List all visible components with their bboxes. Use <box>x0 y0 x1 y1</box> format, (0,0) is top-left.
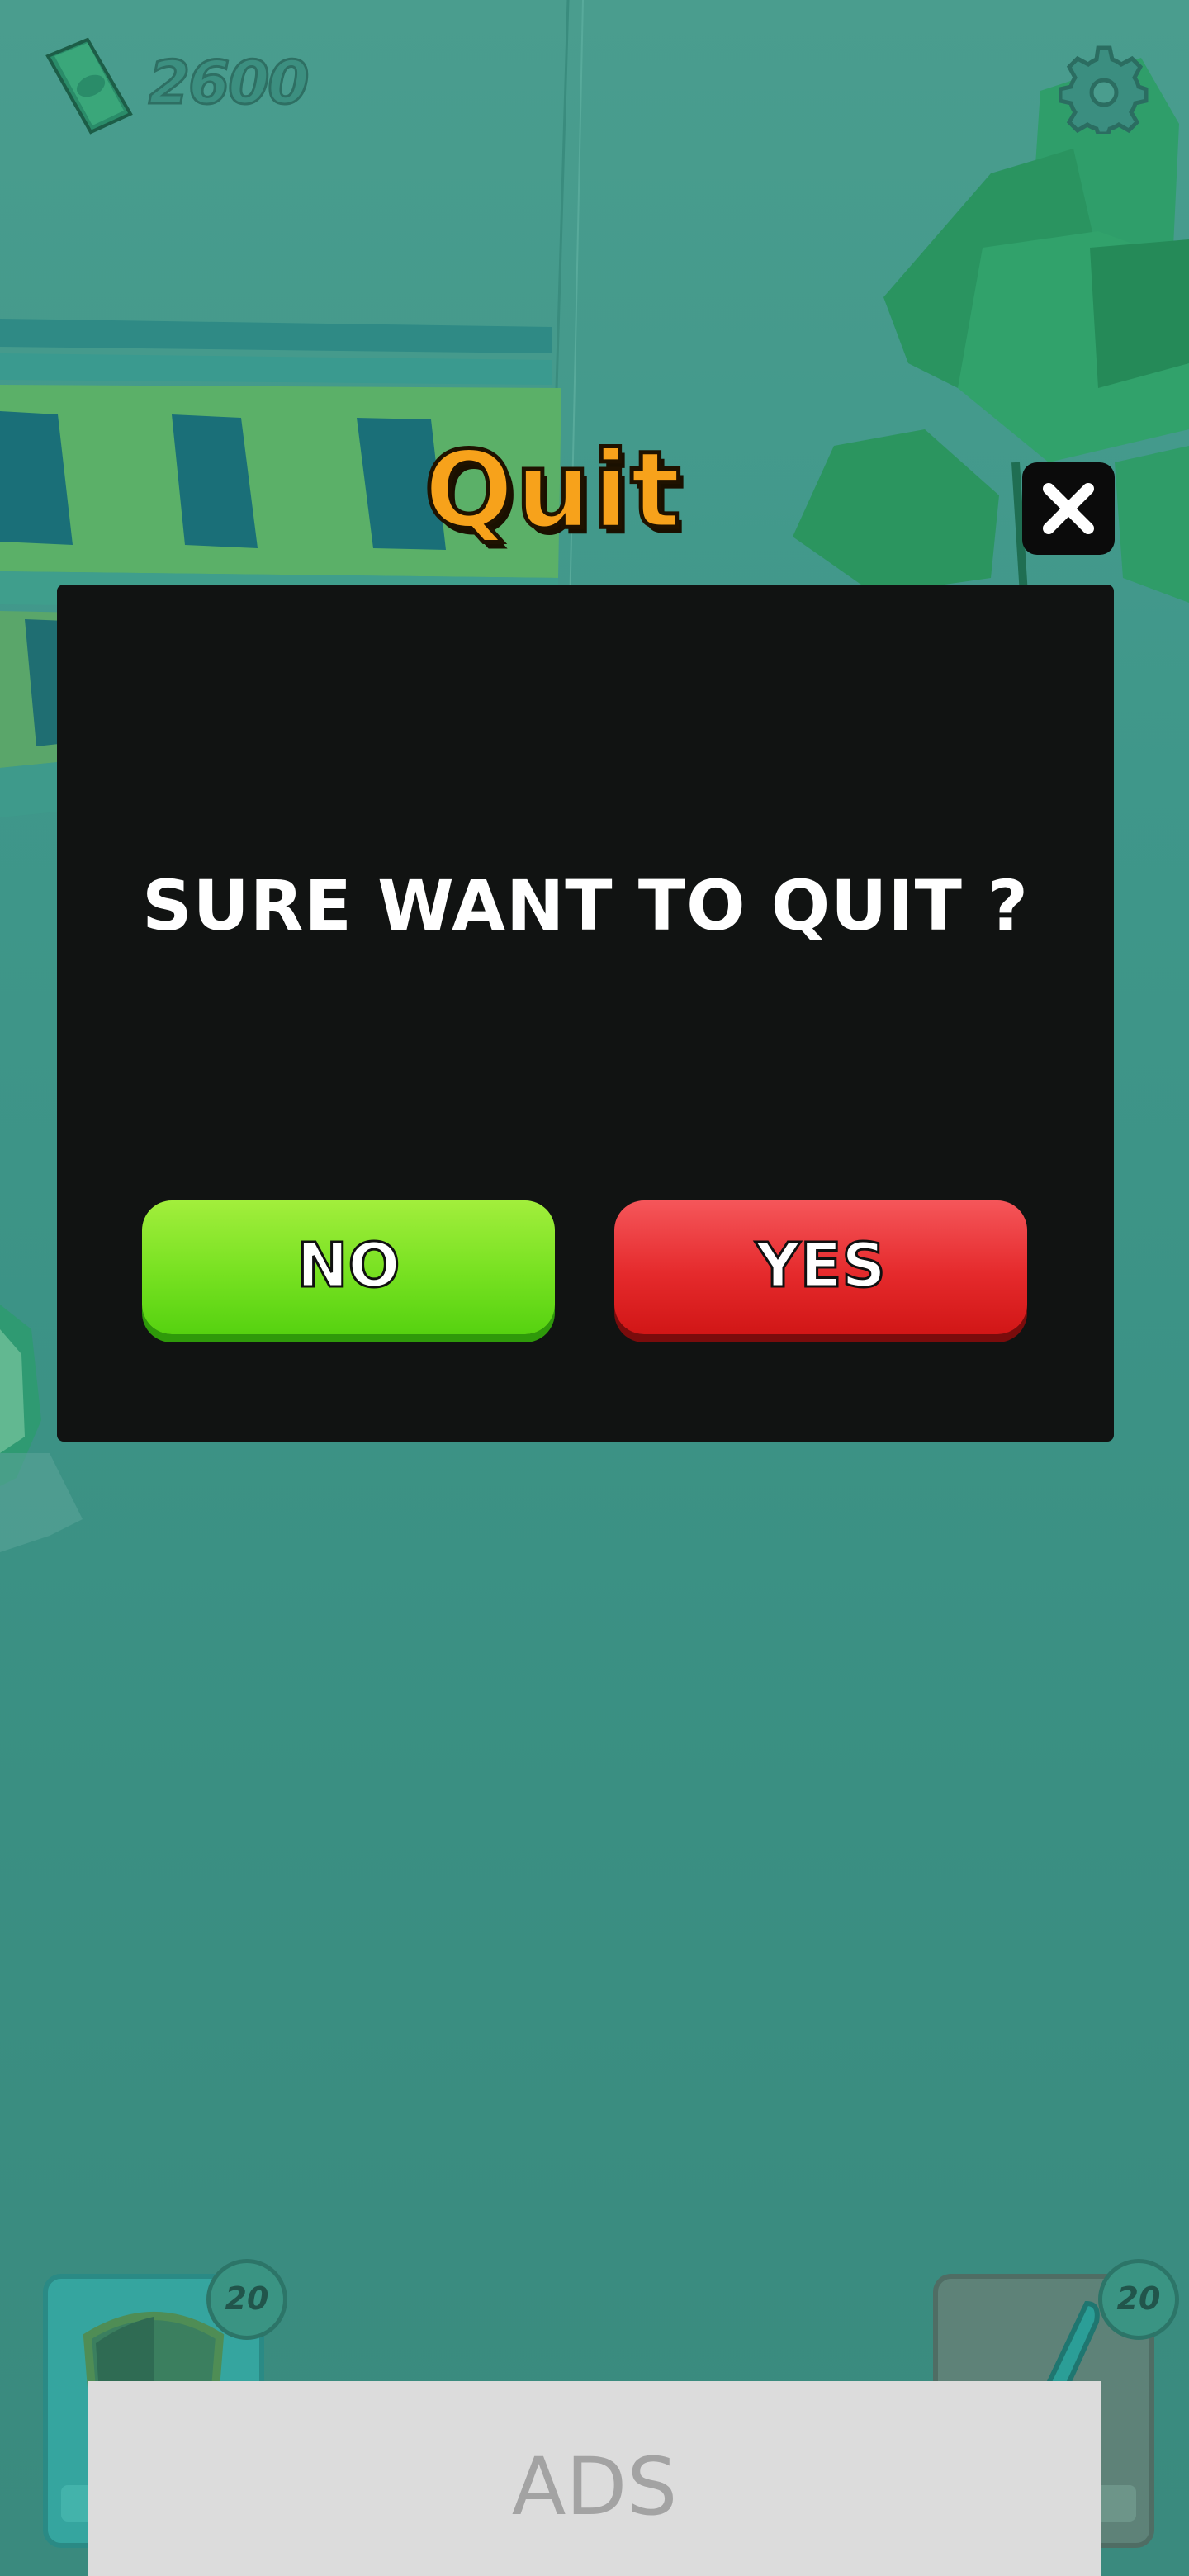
ad-banner[interactable]: ADS <box>88 2381 1101 2576</box>
cash-amount: 2600 <box>147 47 310 119</box>
powerup-count-badge: 20 <box>1098 2259 1179 2340</box>
powerup-count-badge: 20 <box>206 2259 287 2340</box>
yes-button[interactable]: YES <box>614 1200 1027 1334</box>
ad-label: ADS <box>511 2441 678 2533</box>
dialog-message: SURE WANT TO QUIT ? <box>142 865 1029 946</box>
gear-icon[interactable] <box>1059 43 1149 134</box>
tree-foliage <box>793 58 1189 603</box>
quit-dialog: SURE WANT TO QUIT ? NO YES <box>57 585 1114 1442</box>
no-button[interactable]: NO <box>142 1200 555 1334</box>
close-button[interactable] <box>1022 462 1115 555</box>
close-icon <box>1043 483 1094 534</box>
dialog-title: Quit <box>422 428 683 555</box>
